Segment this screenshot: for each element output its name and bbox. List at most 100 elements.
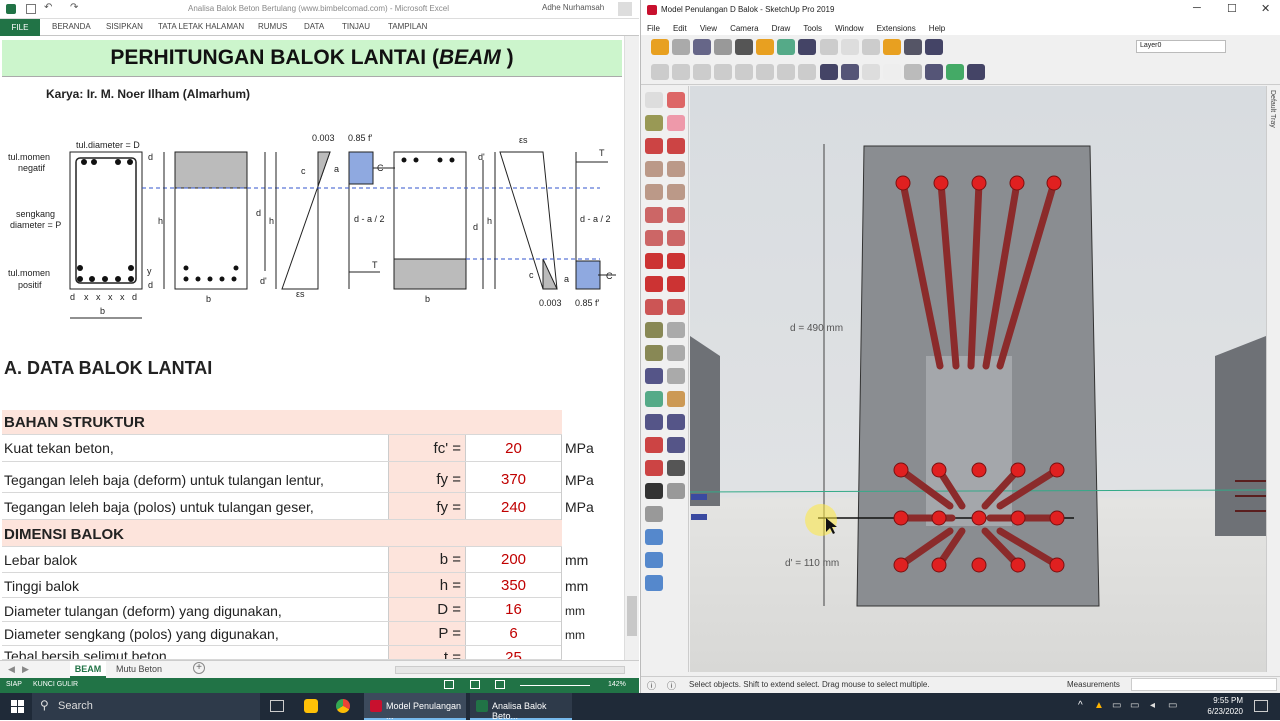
search-box[interactable]: ⚲ Search [32,693,260,720]
rotated-rect-tool-icon[interactable] [667,161,685,177]
previous-view-icon[interactable] [667,437,685,453]
layer-select[interactable]: Layer0 [1136,40,1226,53]
wireframe-icon[interactable] [861,64,880,80]
sandbox-icon[interactable] [645,506,663,522]
sheet-tab-beam[interactable]: BEAM [70,661,106,678]
camera-icon[interactable] [714,39,733,55]
table-row[interactable]: Diameter sengkang (polos) yang digunakan… [2,622,585,646]
horizontal-scrollbar[interactable] [395,666,625,674]
tab-file[interactable]: FILE [0,19,40,36]
default-tray[interactable]: Default Tray [1266,86,1280,672]
circle-tool-icon[interactable] [645,184,663,200]
pie-tool-icon[interactable] [667,230,685,246]
table-row[interactable]: Lebar balok b = 200 mm [2,547,588,573]
send-layout-icon[interactable] [645,575,663,591]
zoom-window-tool-icon[interactable] [667,414,685,430]
tape-tool-icon[interactable] [645,322,663,338]
tab-data[interactable]: DATA [304,22,324,31]
row-value[interactable]: 200 [466,547,562,573]
volume-icon[interactable]: ◂ [1150,700,1155,711]
layers-icon[interactable] [840,39,859,55]
shaded-icon[interactable] [903,64,922,80]
start-icon[interactable] [11,700,24,713]
speech-icon[interactable] [861,39,880,55]
notification-icon[interactable] [1254,700,1268,712]
row-value[interactable]: 350 [466,573,562,598]
offset-tool-icon[interactable] [667,299,685,315]
front-view-icon[interactable] [756,64,775,80]
extension-warehouse-icon[interactable] [645,552,663,568]
tab-tata-letak[interactable]: TATA LETAK HALAMAN [158,22,244,31]
table-row[interactable]: Tebal bersih selimut beton, t = 25 mm [2,646,562,660]
table-row[interactable]: Tegangan leleh baja (deform) untuk tulan… [2,462,594,493]
scale-tool-icon[interactable] [645,299,663,315]
prev-sheet-icon[interactable]: ◀ [8,664,15,675]
network-icon[interactable]: ▭ [1130,700,1139,711]
iso-view-icon[interactable] [714,64,733,80]
menu-camera[interactable]: Camera [730,24,758,33]
row-value[interactable]: 20 [466,435,562,462]
paint-tool-icon[interactable] [645,115,663,131]
clock-time[interactable]: 9:55 PM [1205,696,1243,705]
undo-icon[interactable]: ↶ [44,2,52,13]
textured-icon[interactable] [924,64,943,80]
clock-date[interactable]: 6/23/2020 [1198,707,1243,716]
styles-icon[interactable] [798,39,817,55]
row-value[interactable]: 240 [466,493,562,520]
print-icon[interactable] [693,39,712,55]
scroll-thumb[interactable] [627,596,637,636]
right-view-icon[interactable] [777,64,796,80]
task-view-icon[interactable] [270,700,284,712]
section-cut-icon[interactable] [672,64,691,80]
sound-icon[interactable] [819,39,838,55]
position-camera-icon[interactable] [645,460,663,476]
table-row[interactable]: Tegangan leleh baja (polos) untuk tulang… [2,493,594,520]
refresh-icon[interactable] [672,39,691,55]
move-tool-icon[interactable] [645,253,663,269]
row-value[interactable]: 16 [466,598,562,622]
solid-tools-icon[interactable] [924,39,943,55]
tab-sisipkan[interactable]: SISIPKAN [106,22,143,31]
3dtext-tool-icon[interactable] [667,368,685,384]
monochrome-icon[interactable] [945,64,964,80]
zoom-slider[interactable] [520,685,590,686]
tray-up-icon[interactable]: ^ [1078,700,1083,711]
normal-view-icon[interactable] [444,680,454,689]
table-row[interactable]: Tinggi balok h = 350 mm [2,573,588,598]
tab-tinjau[interactable]: TINJAU [342,22,370,31]
globe-icon[interactable] [819,64,838,80]
file-explorer-icon[interactable] [304,699,318,713]
row-value[interactable]: 25 [466,646,562,659]
menu-extensions[interactable]: Extensions [877,24,916,33]
row-value[interactable]: 370 [466,462,562,493]
back-view-icon[interactable] [798,64,817,80]
warehouse-share-icon[interactable] [645,529,663,545]
warning-icon[interactable]: ▲ [1094,700,1104,711]
avatar[interactable] [618,2,632,16]
add-sheet-icon[interactable]: + [193,662,205,674]
top-view-icon[interactable] [735,64,754,80]
chrome-icon[interactable] [336,699,350,713]
walk-tool-icon[interactable] [645,483,663,499]
components-icon[interactable] [756,39,775,55]
vertical-scrollbar[interactable] [624,36,639,660]
geolocation-icon[interactable]: ⓘ [667,679,676,692]
line-tool-icon[interactable] [645,138,663,154]
menu-view[interactable]: View [700,24,717,33]
save-icon[interactable] [26,4,36,14]
zoom-tool-icon[interactable] [645,414,663,430]
taskbar-app-excel[interactable]: Analisa Balok Beto... [470,693,572,721]
protractor-tool-icon[interactable] [645,345,663,361]
component-tool-icon[interactable] [667,92,685,108]
minimize-icon[interactable]: ─ [1193,2,1201,14]
lookaround-tool-icon[interactable] [667,460,685,476]
house-icon[interactable] [966,64,985,80]
xray-icon[interactable] [840,64,859,80]
menu-help[interactable]: Help [929,24,945,33]
account-name[interactable]: Adhe Nurhamsah [542,3,604,12]
keyboard-icon[interactable]: ▭ [1168,700,1177,711]
glasses-icon[interactable] [735,39,754,55]
select-tool-icon[interactable] [645,92,663,108]
rectangle-tool-icon[interactable] [645,161,663,177]
tab-rumus[interactable]: RUMUS [258,22,287,31]
